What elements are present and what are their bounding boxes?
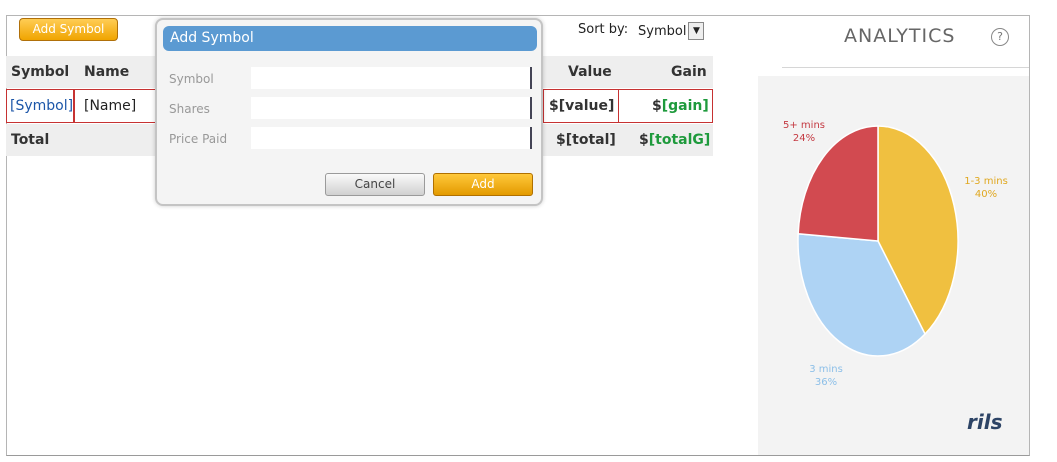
add-symbol-dialog: Add Symbol Symbol Shares Price Paid Canc… [155, 18, 543, 206]
dialog-title[interactable]: Add Symbol [163, 26, 537, 51]
row-symbol[interactable]: [Symbol] [10, 98, 73, 114]
row-gain-value: [gain] [661, 98, 709, 114]
analytics-title: ANALYTICS [844, 25, 956, 47]
header-symbol[interactable]: Symbol [11, 64, 69, 80]
pie-label-1: 3 mins [809, 364, 843, 375]
analytics-divider [782, 67, 1029, 68]
total-gain-value: [totalG] [648, 132, 711, 148]
rils-logo: rils [967, 410, 1003, 434]
row-gain-prefix: $ [652, 98, 662, 114]
pie-label-2: 5+ mins [783, 120, 825, 131]
sort-value: Symbol [638, 23, 687, 39]
help-icon[interactable]: ? [991, 28, 1009, 46]
symbol-input[interactable] [251, 67, 532, 89]
pie-pct-2: 24% [793, 133, 815, 144]
header-value[interactable]: Value [568, 64, 612, 80]
cancel-button[interactable]: Cancel [325, 173, 425, 196]
total-label: Total [11, 132, 50, 148]
symbol-field-label: Symbol [169, 72, 214, 86]
header-name[interactable]: Name [84, 64, 129, 80]
row-gain: $[gain] [652, 98, 709, 114]
total-gain-prefix: $ [639, 132, 649, 148]
shares-field-label: Shares [169, 102, 210, 116]
header-gain[interactable]: Gain [671, 64, 707, 80]
pie-pct-1: 36% [815, 377, 837, 388]
add-button[interactable]: Add [433, 173, 533, 196]
price-paid-input[interactable] [251, 127, 532, 149]
chevron-down-icon[interactable]: ▼ [688, 22, 705, 40]
pie-pct-0: 40% [975, 189, 997, 200]
sort-label: Sort by: [578, 22, 629, 37]
pie-chart: 1-3 mins 40% 3 mins 36% 5+ mins 24% [783, 120, 1008, 388]
total-value: $[total] [556, 132, 616, 148]
pie-label-0: 1-3 mins [964, 176, 1008, 187]
add-symbol-button[interactable]: Add Symbol [19, 18, 118, 41]
row-name: [Name] [84, 98, 137, 114]
shares-input[interactable] [251, 97, 532, 119]
sort-select[interactable]: Symbol ▼ [638, 21, 705, 41]
row-value: $[value] [549, 98, 615, 114]
price-paid-field-label: Price Paid [169, 132, 228, 146]
total-gain: $[totalG] [639, 132, 710, 148]
